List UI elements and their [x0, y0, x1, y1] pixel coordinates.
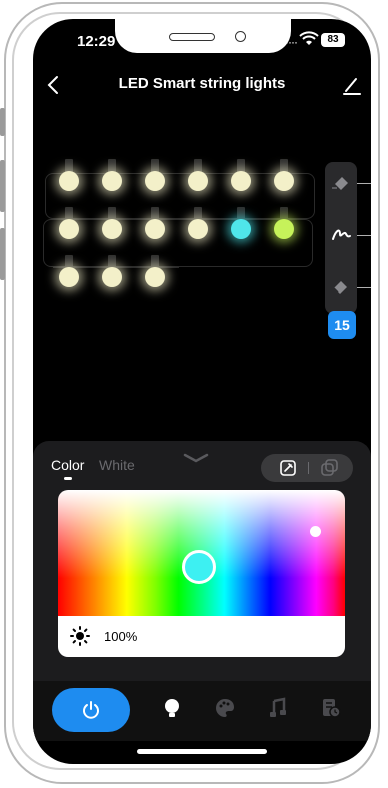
bulb-glass	[188, 219, 208, 239]
signal-icon: ····	[285, 35, 298, 49]
color-marker[interactable]	[310, 526, 321, 537]
bottom-nav	[33, 681, 371, 741]
mute-switch	[0, 108, 5, 136]
volume-up-button	[0, 160, 5, 212]
status-time: 12:29	[77, 33, 116, 50]
edit-icon[interactable]	[341, 73, 363, 97]
bulb-glass	[59, 219, 79, 239]
bulb-glass	[59, 171, 79, 191]
bulb-glass	[231, 171, 251, 191]
bulb-glass	[231, 219, 251, 239]
notch	[115, 19, 291, 53]
bulb[interactable]	[100, 255, 124, 295]
bulb-glass	[145, 171, 165, 191]
mode-toggle	[261, 454, 353, 482]
light-strings	[33, 159, 371, 329]
volume-down-button	[0, 228, 5, 280]
light-count-badge[interactable]: 15	[328, 311, 356, 339]
tool-panel	[325, 162, 357, 314]
brightness-sun-icon	[70, 626, 90, 646]
speaker	[169, 33, 215, 41]
eraser-tool-icon[interactable]	[329, 274, 353, 298]
bulb-glass	[102, 171, 122, 191]
bulb[interactable]	[186, 159, 210, 199]
battery-indicator: 83	[321, 33, 345, 47]
bulb[interactable]	[143, 159, 167, 199]
guide-line	[357, 287, 371, 288]
home-indicator[interactable]	[137, 749, 267, 754]
power-icon	[83, 701, 99, 719]
bulb-glass	[145, 219, 165, 239]
collapse-chevron-icon[interactable]	[181, 451, 211, 465]
schedule-icon[interactable]	[320, 697, 342, 719]
bulb[interactable]	[143, 207, 167, 247]
bulb[interactable]	[229, 159, 253, 199]
bulb[interactable]	[272, 159, 296, 199]
single-color-mode-icon[interactable]	[267, 456, 309, 480]
bulb-glass	[274, 219, 294, 239]
front-camera	[235, 31, 246, 42]
app-screen: 12:29 ···· 83 LED Smart string lights 15…	[33, 19, 371, 764]
tab-color[interactable]: Color	[51, 457, 84, 473]
brightness-slider[interactable]: 100%	[58, 616, 345, 657]
power-button[interactable]	[52, 688, 130, 732]
mode-divider	[308, 462, 309, 474]
color-picker-handle[interactable]	[182, 550, 216, 584]
draw-tool-icon[interactable]	[329, 222, 353, 246]
bulb[interactable]	[100, 207, 124, 247]
bulb[interactable]	[57, 159, 81, 199]
bulb[interactable]	[143, 255, 167, 295]
guide-line	[357, 183, 371, 184]
bulb-glass	[188, 171, 208, 191]
bulb[interactable]	[229, 207, 253, 247]
multi-color-mode-icon[interactable]	[311, 456, 349, 480]
header: LED Smart string lights	[33, 71, 371, 101]
page-title: LED Smart string lights	[118, 75, 286, 92]
bulb-icon[interactable]	[161, 697, 183, 719]
fill-tool-icon[interactable]	[329, 170, 353, 194]
palette-icon[interactable]	[214, 697, 236, 719]
bulb-glass	[145, 267, 165, 287]
bulb[interactable]	[272, 207, 296, 247]
bulb[interactable]	[57, 207, 81, 247]
wifi-icon	[299, 31, 319, 45]
bulb[interactable]	[186, 207, 210, 247]
guide-line	[357, 235, 371, 236]
bulb[interactable]	[57, 255, 81, 295]
tab-white[interactable]: White	[99, 457, 135, 473]
music-icon[interactable]	[267, 697, 289, 719]
bulb-glass	[59, 267, 79, 287]
bulb[interactable]	[100, 159, 124, 199]
brightness-value: 100%	[104, 629, 138, 644]
bulb-glass	[102, 219, 122, 239]
bulb-glass	[102, 267, 122, 287]
bulb-glass	[274, 171, 294, 191]
tab-active-indicator	[64, 477, 72, 480]
